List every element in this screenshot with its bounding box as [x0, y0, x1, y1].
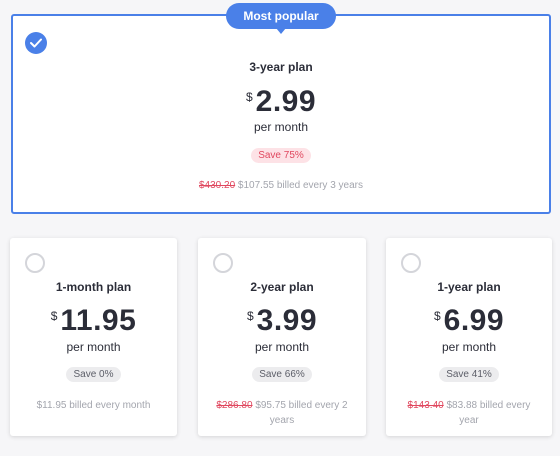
price: $ 6.99: [386, 305, 552, 337]
most-popular-badge: Most popular: [226, 3, 336, 34]
price-amount: 11.95: [60, 304, 137, 337]
price-period: per month: [254, 340, 310, 354]
plan-title: 2-year plan: [250, 280, 314, 294]
radio-circle-icon[interactable]: [213, 253, 233, 273]
price-period: per month: [66, 340, 121, 354]
billing-info: $430.20 $107.55 billed every 3 years: [13, 178, 549, 193]
original-price: $430.20: [198, 180, 236, 191]
currency-symbol: $: [246, 309, 254, 323]
plan-card-2-year[interactable]: 2-year plan $ 3.99 per month Save 66% $2…: [198, 238, 366, 436]
billed-text: $95.75 billed every 2 years: [255, 400, 348, 426]
billed-text: $11.95 billed every month: [36, 400, 151, 411]
plan-card-1-month[interactable]: 1-month plan $ 11.95 per month Save 0% $…: [10, 238, 177, 436]
price-amount: 3.99: [256, 304, 318, 337]
save-badge: Save 75%: [251, 148, 311, 163]
price-amount: 2.99: [255, 85, 317, 118]
original-price: $143.40: [407, 400, 444, 411]
billed-text: $107.55 billed every 3 years: [237, 180, 363, 191]
price-period: per month: [253, 120, 309, 134]
price: $ 2.99: [13, 86, 549, 118]
most-popular-label: Most popular: [243, 9, 319, 23]
plan-title: 3-year plan: [249, 60, 313, 74]
billing-info: $286.80 $95.75 billed every 2 years: [212, 398, 352, 428]
billed-text: $83.88 billed every year: [446, 400, 531, 426]
original-price: $286.80: [216, 400, 253, 411]
billing-info: $143.40 $83.88 billed every year: [400, 398, 538, 428]
radio-circle-icon[interactable]: [401, 253, 421, 273]
plan-title: 1-month plan: [55, 280, 132, 294]
save-badge: Save 41%: [439, 367, 499, 382]
currency-symbol: $: [433, 309, 441, 323]
price-period: per month: [441, 340, 497, 354]
radio-circle-icon[interactable]: [25, 253, 45, 273]
currency-symbol: $: [50, 309, 58, 323]
billing-info: $11.95 billed every month: [24, 398, 163, 413]
currency-symbol: $: [245, 90, 253, 104]
plan-title: 1-year plan: [437, 280, 501, 294]
save-badge: Save 66%: [252, 367, 312, 382]
price-amount: 6.99: [443, 304, 505, 337]
plan-card-1-year[interactable]: 1-year plan $ 6.99 per month Save 41% $1…: [386, 238, 552, 436]
price: $ 11.95: [10, 305, 177, 337]
plan-card-3-year[interactable]: 3-year plan $ 2.99 per month Save 75% $4…: [11, 14, 551, 214]
price: $ 3.99: [198, 305, 366, 337]
checkmark-icon: [25, 32, 47, 54]
save-badge: Save 0%: [66, 367, 121, 382]
